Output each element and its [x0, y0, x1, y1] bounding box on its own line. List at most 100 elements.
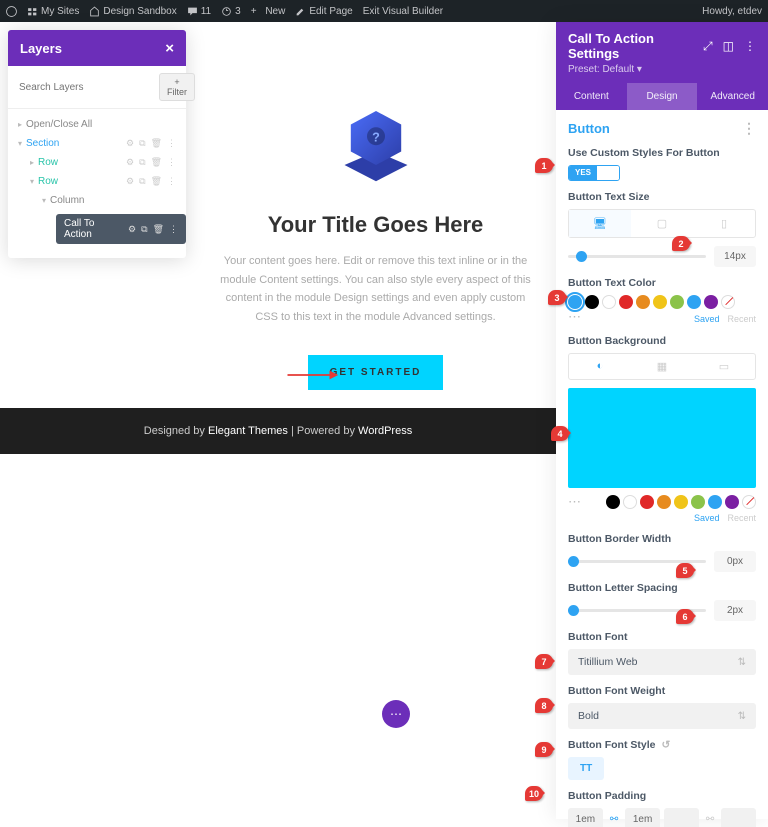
bg-palette: | — [606, 495, 756, 509]
more-icon[interactable]: ⋮ — [167, 138, 176, 149]
bg-tab-image[interactable]: ▭ — [693, 354, 755, 379]
palette-more[interactable]: ⋯ — [568, 494, 581, 510]
padding-left-input[interactable] — [664, 808, 699, 827]
letter-spacing-value[interactable]: 2px — [714, 600, 756, 621]
uppercase-toggle[interactable]: TT — [568, 757, 604, 780]
close-icon[interactable]: × — [165, 40, 174, 57]
color-swatch[interactable] — [623, 495, 637, 509]
wp-logo[interactable] — [6, 6, 17, 17]
gear-icon[interactable]: ⚙ — [126, 157, 134, 168]
text-size-value[interactable]: 14px — [714, 246, 756, 267]
my-sites-link[interactable]: My Sites — [27, 6, 79, 17]
more-icon[interactable]: ⋮ — [167, 176, 176, 187]
tab-advanced[interactable]: Advanced — [697, 83, 768, 110]
annotation-badge: 10 — [525, 786, 543, 801]
recent-tab[interactable]: Recent — [727, 513, 756, 523]
more-icon[interactable]: ⋮ — [167, 157, 176, 168]
expand-icon[interactable]: ⤢ — [703, 39, 713, 54]
color-swatch[interactable] — [704, 295, 718, 309]
site-name-link[interactable]: Design Sandbox — [89, 6, 176, 17]
palette-more[interactable]: ⋯ — [568, 309, 581, 325]
updates-link[interactable]: 3 — [221, 6, 241, 17]
annotation-badge: 8 — [535, 698, 553, 713]
text-size-slider[interactable] — [568, 255, 706, 258]
color-swatch[interactable] — [691, 495, 705, 509]
divi-fab[interactable]: ⋯ — [382, 700, 410, 728]
search-layers-input[interactable] — [15, 73, 155, 101]
padding-bottom-input[interactable] — [625, 808, 660, 827]
more-icon[interactable]: ⋮ — [169, 224, 178, 235]
section-title-button[interactable]: Button — [568, 121, 610, 136]
color-swatch[interactable] — [670, 295, 684, 309]
color-swatch[interactable] — [725, 495, 739, 509]
gear-icon[interactable]: ⚙ — [126, 138, 134, 149]
exit-vb-link[interactable]: Exit Visual Builder — [363, 6, 443, 17]
color-swatch[interactable] — [653, 295, 667, 309]
more-icon[interactable]: ⋮ — [744, 39, 756, 54]
layer-row[interactable]: ▸Row ⚙⧉🗑⋮ — [8, 153, 186, 172]
font-weight-select[interactable]: Bold⇅ — [568, 703, 756, 729]
layer-cta-module[interactable]: Call To Action ⚙⧉🗑⋮ — [56, 214, 186, 244]
device-phone[interactable]: ▯ — [693, 210, 755, 237]
color-swatch[interactable] — [708, 495, 722, 509]
copy-icon[interactable]: ⧉ — [141, 224, 147, 235]
trash-icon[interactable]: 🗑 — [151, 138, 162, 149]
footer-brand-link[interactable]: Elegant Themes — [208, 425, 288, 437]
color-swatch[interactable] — [602, 295, 616, 309]
layer-section[interactable]: ▾Section ⚙⧉🗑⋮ — [8, 134, 186, 153]
copy-icon[interactable]: ⧉ — [139, 176, 145, 187]
border-width-value[interactable]: 0px — [714, 551, 756, 572]
toggle-use-custom[interactable]: YES — [568, 165, 620, 181]
layer-column[interactable]: ▾Column — [8, 191, 186, 210]
filter-button[interactable]: + Filter — [159, 73, 195, 101]
section-more-icon[interactable]: ⋮ — [742, 120, 756, 137]
link-icon[interactable]: ⚯ — [607, 808, 621, 827]
tab-design[interactable]: Design — [627, 83, 698, 110]
padding-top-input[interactable] — [568, 808, 603, 827]
label-use-custom: Use Custom Styles For Button — [568, 147, 756, 159]
new-link[interactable]: + New — [251, 6, 286, 17]
trash-icon[interactable]: 🗑 — [151, 176, 162, 187]
footer-wp-link[interactable]: WordPress — [358, 425, 412, 437]
trash-icon[interactable]: 🗑 — [153, 224, 164, 235]
color-swatch[interactable] — [657, 495, 671, 509]
color-swatch[interactable] — [585, 295, 599, 309]
font-select[interactable]: Titillium Web⇅ — [568, 649, 756, 675]
comments-link[interactable]: 11 — [187, 6, 211, 17]
bg-tab-color[interactable]: ◐ — [569, 354, 631, 379]
layer-row[interactable]: ▾Row ⚙⧉🗑⋮ — [8, 172, 186, 191]
no-color-swatch[interactable]: | — [742, 495, 756, 509]
edit-page-link[interactable]: Edit Page — [295, 6, 352, 17]
page-title[interactable]: Your Title Goes Here — [215, 212, 536, 238]
bg-preview[interactable] — [568, 388, 756, 488]
bg-tab-gradient[interactable]: ▦ — [631, 354, 693, 379]
color-swatch[interactable] — [687, 295, 701, 309]
color-swatch[interactable] — [619, 295, 633, 309]
copy-icon[interactable]: ⧉ — [139, 138, 145, 149]
color-swatch[interactable] — [674, 495, 688, 509]
gear-icon[interactable]: ⚙ — [128, 224, 136, 235]
color-swatch[interactable] — [636, 295, 650, 309]
no-color-swatch[interactable]: | — [721, 295, 735, 309]
annotation-badge: 7 — [535, 654, 553, 669]
copy-icon[interactable]: ⧉ — [139, 157, 145, 168]
tab-content[interactable]: Content — [556, 83, 627, 110]
color-swatch[interactable] — [640, 495, 654, 509]
saved-tab[interactable]: Saved — [694, 513, 720, 523]
device-tablet[interactable]: ▢ — [631, 210, 693, 237]
saved-tab[interactable]: Saved — [694, 314, 720, 324]
link-icon[interactable]: ⚯ — [703, 808, 717, 827]
gear-icon[interactable]: ⚙ — [126, 176, 134, 187]
padding-right-input[interactable] — [721, 808, 756, 827]
trash-icon[interactable]: 🗑 — [151, 157, 162, 168]
preset-selector[interactable]: Preset: Default ▾ — [568, 64, 756, 75]
color-swatch[interactable] — [606, 495, 620, 509]
label-text-size: Button Text Size — [568, 191, 756, 203]
howdy-link[interactable]: Howdy, etdev — [702, 6, 762, 17]
reset-icon[interactable]: ↺ — [662, 739, 671, 751]
page-body-text[interactable]: Your content goes here. Edit or remove t… — [216, 252, 536, 327]
open-close-all[interactable]: ▸Open/Close All — [8, 115, 186, 134]
device-desktop[interactable]: 🖥 — [569, 210, 631, 237]
recent-tab[interactable]: Recent — [727, 314, 756, 324]
snap-icon[interactable]: ◫ — [723, 39, 734, 54]
